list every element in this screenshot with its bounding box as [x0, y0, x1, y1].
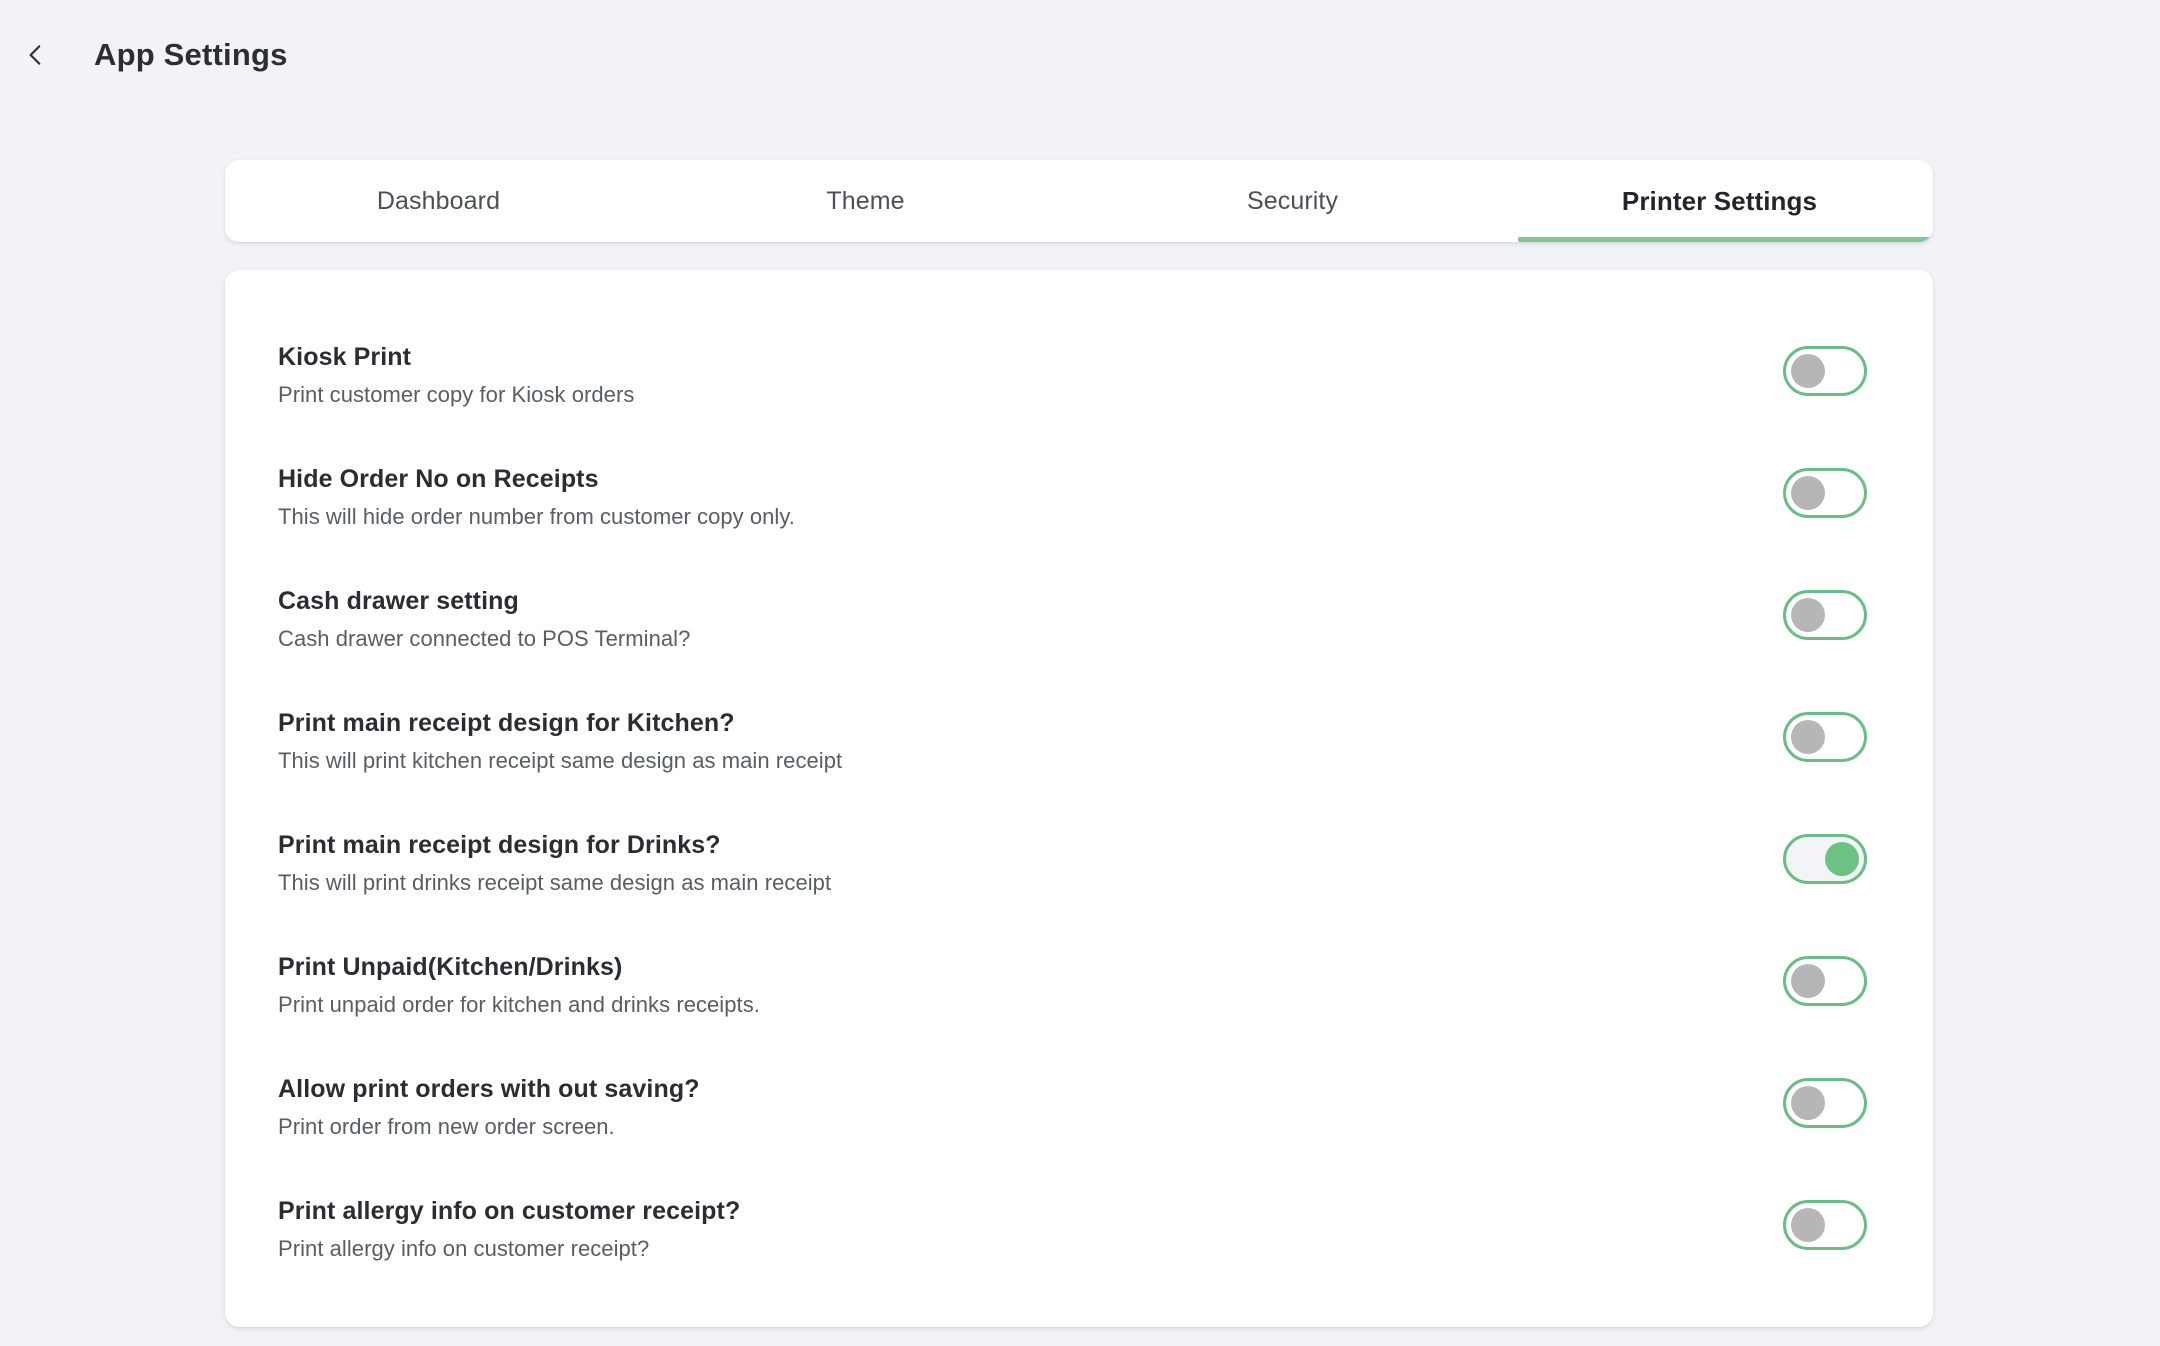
toggle-knob — [1791, 354, 1825, 388]
setting-text-block: Print Unpaid(Kitchen/Drinks) Print unpaid… — [278, 952, 760, 1017]
setting-text-block: Print main receipt design for Drinks? Thi… — [278, 830, 831, 895]
tab-security[interactable]: Security — [1079, 160, 1506, 242]
setting-text-block: Allow print orders with out saving? Print… — [278, 1074, 700, 1139]
tab-printer-settings[interactable]: Printer Settings — [1506, 160, 1933, 242]
setting-toggle[interactable] — [1783, 590, 1867, 640]
setting-toggle[interactable] — [1783, 1078, 1867, 1128]
toggle-knob — [1791, 964, 1825, 998]
toggle-knob — [1791, 1086, 1825, 1120]
setting-description: Cash drawer connected to POS Terminal? — [278, 626, 691, 652]
active-tab-indicator — [1518, 237, 1933, 242]
setting-description: This will print kitchen receipt same des… — [278, 748, 843, 774]
tab-theme[interactable]: Theme — [652, 160, 1079, 242]
setting-row: Cash drawer setting Cash drawer connected… — [278, 586, 1867, 708]
tab-label: Dashboard — [376, 186, 501, 215]
setting-description: This will hide order number from custome… — [278, 504, 795, 530]
tab-bar: Dashboard Theme Security Printer Settings — [225, 160, 1933, 242]
back-button[interactable] — [8, 27, 64, 83]
setting-text-block: Print main receipt design for Kitchen? Th… — [278, 708, 842, 773]
setting-toggle[interactable] — [1783, 468, 1867, 518]
setting-text-block: Kiosk Print Print customer copy for Kiosk… — [278, 342, 634, 407]
tab-label: Printer Settings — [1621, 185, 1818, 216]
page-header: App Settings — [0, 0, 2160, 110]
setting-row: Kiosk Print Print customer copy for Kiosk… — [278, 342, 1867, 464]
setting-text-block: Cash drawer setting Cash drawer connected… — [278, 586, 690, 651]
setting-title: Hide Order No on Receipts — [278, 465, 599, 493]
setting-toggle[interactable] — [1783, 346, 1867, 396]
setting-text-block: Print allergy info on customer receipt? P… — [278, 1196, 740, 1261]
setting-row: Hide Order No on Receipts This will hide … — [278, 464, 1867, 586]
setting-title: Allow print orders with out saving? — [278, 1075, 700, 1103]
setting-title: Print Unpaid(Kitchen/Drinks) — [278, 953, 623, 981]
toggle-knob — [1791, 1208, 1825, 1242]
toggle-knob — [1791, 720, 1825, 754]
setting-row: Allow print orders with out saving? Print… — [278, 1074, 1867, 1196]
setting-title: Print main receipt design for Kitchen? — [278, 709, 735, 737]
setting-row: Print allergy info on customer receipt? P… — [278, 1196, 1867, 1318]
setting-title: Kiosk Print — [278, 343, 412, 371]
setting-description: Print order from new order screen. — [278, 1114, 615, 1140]
tab-label: Security — [1246, 186, 1339, 215]
setting-description: This will print drinks receipt same desi… — [278, 870, 832, 896]
setting-text-block: Hide Order No on Receipts This will hide … — [278, 464, 795, 529]
printer-settings-panel: Kiosk Print Print customer copy for Kiosk… — [225, 270, 1933, 1327]
setting-toggle[interactable] — [1783, 712, 1867, 762]
setting-row: Print main receipt design for Kitchen? Th… — [278, 708, 1867, 830]
setting-title: Print allergy info on customer receipt? — [278, 1197, 741, 1225]
setting-description: Print unpaid order for kitchen and drink… — [278, 992, 760, 1018]
setting-row: Print main receipt design for Drinks? Thi… — [278, 830, 1867, 952]
setting-toggle[interactable] — [1783, 956, 1867, 1006]
chevron-left-icon — [23, 42, 49, 68]
page-title: App Settings — [94, 37, 288, 72]
setting-toggle[interactable] — [1783, 1200, 1867, 1250]
setting-title: Cash drawer setting — [278, 587, 519, 615]
setting-toggle[interactable] — [1783, 834, 1867, 884]
setting-title: Print main receipt design for Drinks? — [278, 831, 721, 859]
setting-row: Print Unpaid(Kitchen/Drinks) Print unpaid… — [278, 952, 1867, 1074]
tab-label: Theme — [826, 186, 905, 215]
toggle-knob — [1791, 476, 1825, 510]
setting-description: Print allergy info on customer receipt? — [278, 1236, 650, 1262]
tab-dashboard[interactable]: Dashboard — [225, 160, 652, 242]
setting-description: Print customer copy for Kiosk orders — [278, 382, 635, 408]
toggle-knob — [1825, 842, 1859, 876]
toggle-knob — [1791, 598, 1825, 632]
